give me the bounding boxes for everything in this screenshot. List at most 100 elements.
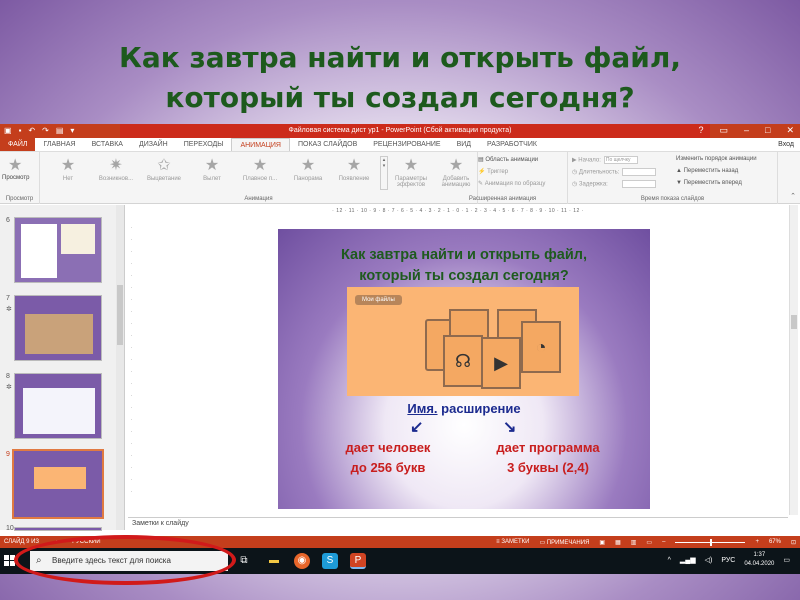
add-animation-button[interactable]: ★ Добавить анимацию xyxy=(438,156,474,188)
normal-view-icon[interactable]: ▣ xyxy=(599,539,605,546)
effect-none[interactable]: ★ Нет xyxy=(46,156,90,182)
main-slide-canvas[interactable]: Как завтра найти и открыть файл, который… xyxy=(278,229,650,509)
thumb-8-diagram xyxy=(23,388,95,434)
show-hidden-icons[interactable]: ^ xyxy=(668,557,671,564)
horizontal-ruler: · 12 · 11 · 10 · 9 · 8 · 7 · 6 · 5 · 4 ·… xyxy=(332,208,584,214)
editor-scroll-thumb[interactable] xyxy=(791,315,797,329)
ribbon: ★ Просмотр Просмотр ★ Нет ✷ Возникнов...… xyxy=(0,152,800,204)
tab-transitions[interactable]: ПЕРЕХОДЫ xyxy=(176,138,232,151)
slide-sorter-icon[interactable]: ▦ xyxy=(615,539,621,546)
comments-toggle-label: ПРИМЕЧАНИЯ xyxy=(546,539,590,546)
zoom-slider[interactable] xyxy=(675,538,746,546)
close-icon[interactable]: ✕ xyxy=(786,125,794,136)
effect-pan[interactable]: ★ Панорама xyxy=(286,156,330,182)
effect-float-in[interactable]: ★ Плавное п... xyxy=(238,156,282,182)
firefox-icon[interactable]: ◉ xyxy=(294,553,310,569)
ribbon-display-icon[interactable]: ▭ xyxy=(719,125,728,136)
thumb-number-9: 9 xyxy=(6,451,10,458)
task-view-icon[interactable]: ⧉ xyxy=(236,553,252,569)
preview-star-icon: ★ xyxy=(8,157,23,174)
taskbar-clock[interactable]: 1:37 04.04.2020 xyxy=(744,551,774,569)
fit-to-window-icon[interactable]: ⊡ xyxy=(791,539,796,546)
skype-icon[interactable]: S xyxy=(322,553,338,569)
tab-home[interactable]: ГЛАВНАЯ xyxy=(35,138,83,151)
slide-title[interactable]: Как завтра найти и открыть файл, который… xyxy=(278,245,650,287)
reading-view-icon[interactable]: ▥ xyxy=(631,539,637,546)
thumbnail-slide-6[interactable] xyxy=(14,217,102,283)
effect-options-button[interactable]: ★ Параметры эффектов xyxy=(390,156,432,188)
thumbnail-slide-10[interactable] xyxy=(14,527,102,531)
slide-title-line1: Как завтра найти и открыть файл, xyxy=(341,247,587,263)
animation-pane-button[interactable]: ▤ Область анимации xyxy=(478,156,538,163)
effect-appear[interactable]: ✷ Возникнов... xyxy=(94,156,138,182)
tab-design[interactable]: ДИЗАЙН xyxy=(131,138,176,151)
notifications-icon[interactable]: ▭ xyxy=(783,556,790,564)
tab-review[interactable]: РЕЦЕНЗИРОВАНИЕ xyxy=(365,138,448,151)
thumbnails-scroll-thumb[interactable] xyxy=(117,285,123,345)
thumbnail-slide-8[interactable] xyxy=(14,373,102,439)
tab-view[interactable]: ВИД xyxy=(449,138,479,151)
effect-fly-in[interactable]: ★ Вылет xyxy=(190,156,234,182)
my-files-image[interactable]: Мои файлы ◔ ☊ ▶ xyxy=(347,287,579,396)
window-title: Файловая система дист ур1 - PowerPoint (… xyxy=(288,127,512,134)
clock-date: 04.04.2020 xyxy=(744,561,775,567)
timing-group-label: Время показа слайдов xyxy=(640,196,705,202)
tab-slideshow[interactable]: ПОКАЗ СЛАЙДОВ xyxy=(290,138,365,151)
keyboard-language[interactable]: РУС xyxy=(721,557,735,564)
editor-scrollbar[interactable] xyxy=(789,205,798,515)
effects-gallery-scroll[interactable]: ▴ ▾ xyxy=(380,156,388,190)
notes-pane[interactable]: Заметки к слайду xyxy=(128,517,788,529)
duration-field[interactable]: ◷ Длительность: xyxy=(572,168,657,176)
move-earlier-icon: ▲ xyxy=(676,168,684,174)
zoom-out-icon[interactable]: – xyxy=(662,539,665,545)
advanced-animation-group: ★ Добавить анимацию ▤ Область анимации ⚡… xyxy=(438,152,568,204)
outer-slide-title: Как завтра найти и открыть файл, который… xyxy=(0,38,800,118)
effect-appear-label: Возникнов... xyxy=(98,176,134,182)
duration-input[interactable] xyxy=(622,168,657,176)
thumb-number-7: 7 xyxy=(6,295,10,302)
human-gives-line2: до 256 букв xyxy=(350,460,426,475)
help-button[interactable]: ? xyxy=(698,125,703,136)
move-later-button[interactable]: ▼ Переместить вперед xyxy=(676,180,742,186)
effect-appear-icon: ✷ xyxy=(109,157,123,174)
tab-developer[interactable]: РАЗРАБОТЧИК xyxy=(479,138,545,151)
file-explorer-icon[interactable]: ▬ xyxy=(266,553,282,569)
volume-icon[interactable]: ◁) xyxy=(705,556,713,564)
effect-show-icon: ★ xyxy=(346,157,362,174)
notes-toggle[interactable]: ≡ ЗАМЕТКИ xyxy=(496,539,529,545)
start-field[interactable]: ▶ Начало: По щелчку xyxy=(572,156,638,164)
collapse-ribbon-icon[interactable]: ⌃ xyxy=(790,192,796,200)
tab-file[interactable]: ФАЙЛ xyxy=(0,138,36,151)
delay-field[interactable]: ◷ Задержка: xyxy=(572,180,656,188)
animation-painter-button[interactable]: ✎ Анимация по образцу xyxy=(478,180,545,187)
delay-icon: ◷ xyxy=(572,181,579,188)
effect-fade[interactable]: ✩ Выцветание xyxy=(142,156,186,182)
tab-insert[interactable]: ВСТАВКА xyxy=(84,138,131,151)
zoom-level[interactable]: 67% xyxy=(769,539,781,545)
delay-input[interactable] xyxy=(621,180,656,188)
zoom-in-icon[interactable]: + xyxy=(755,539,759,545)
effect-show-label: Появление xyxy=(338,176,370,182)
animation-group: ★ Нет ✷ Возникнов... ✩ Выцветание ★ Выле… xyxy=(40,152,478,204)
maximize-icon[interactable]: □ xyxy=(765,125,770,136)
start-label: Начало: xyxy=(578,157,601,164)
tab-animations[interactable]: АНИМАЦИЯ xyxy=(231,138,290,151)
slideshow-view-icon[interactable]: ▭ xyxy=(646,539,652,546)
effect-float-in-label: Плавное п... xyxy=(242,176,278,182)
move-earlier-button[interactable]: ▲ Переместить назад xyxy=(676,168,738,174)
duration-icon: ◷ xyxy=(572,169,579,176)
thumb-9-folder-image xyxy=(34,467,86,489)
thumbnails-scrollbar[interactable] xyxy=(116,205,124,530)
effect-show[interactable]: ★ Появление xyxy=(332,156,376,182)
sign-in-link[interactable]: Вход xyxy=(772,138,800,151)
comments-toggle[interactable]: ▭ ПРИМЕЧАНИЯ xyxy=(539,539,589,546)
thumbnail-slide-9-selected[interactable] xyxy=(12,449,104,519)
preview-button[interactable]: Просмотр xyxy=(2,175,29,181)
trigger-button[interactable]: ⚡ Триггер xyxy=(478,168,508,175)
network-icon[interactable]: ▂▄▆ xyxy=(680,556,696,564)
thumbnail-slide-7[interactable] xyxy=(14,295,102,361)
powerpoint-taskbar-icon[interactable]: P xyxy=(350,553,366,569)
trigger-label: Триггер xyxy=(487,169,509,175)
minimize-icon[interactable]: – xyxy=(744,125,749,136)
start-dropdown[interactable]: По щелчку xyxy=(603,156,638,164)
